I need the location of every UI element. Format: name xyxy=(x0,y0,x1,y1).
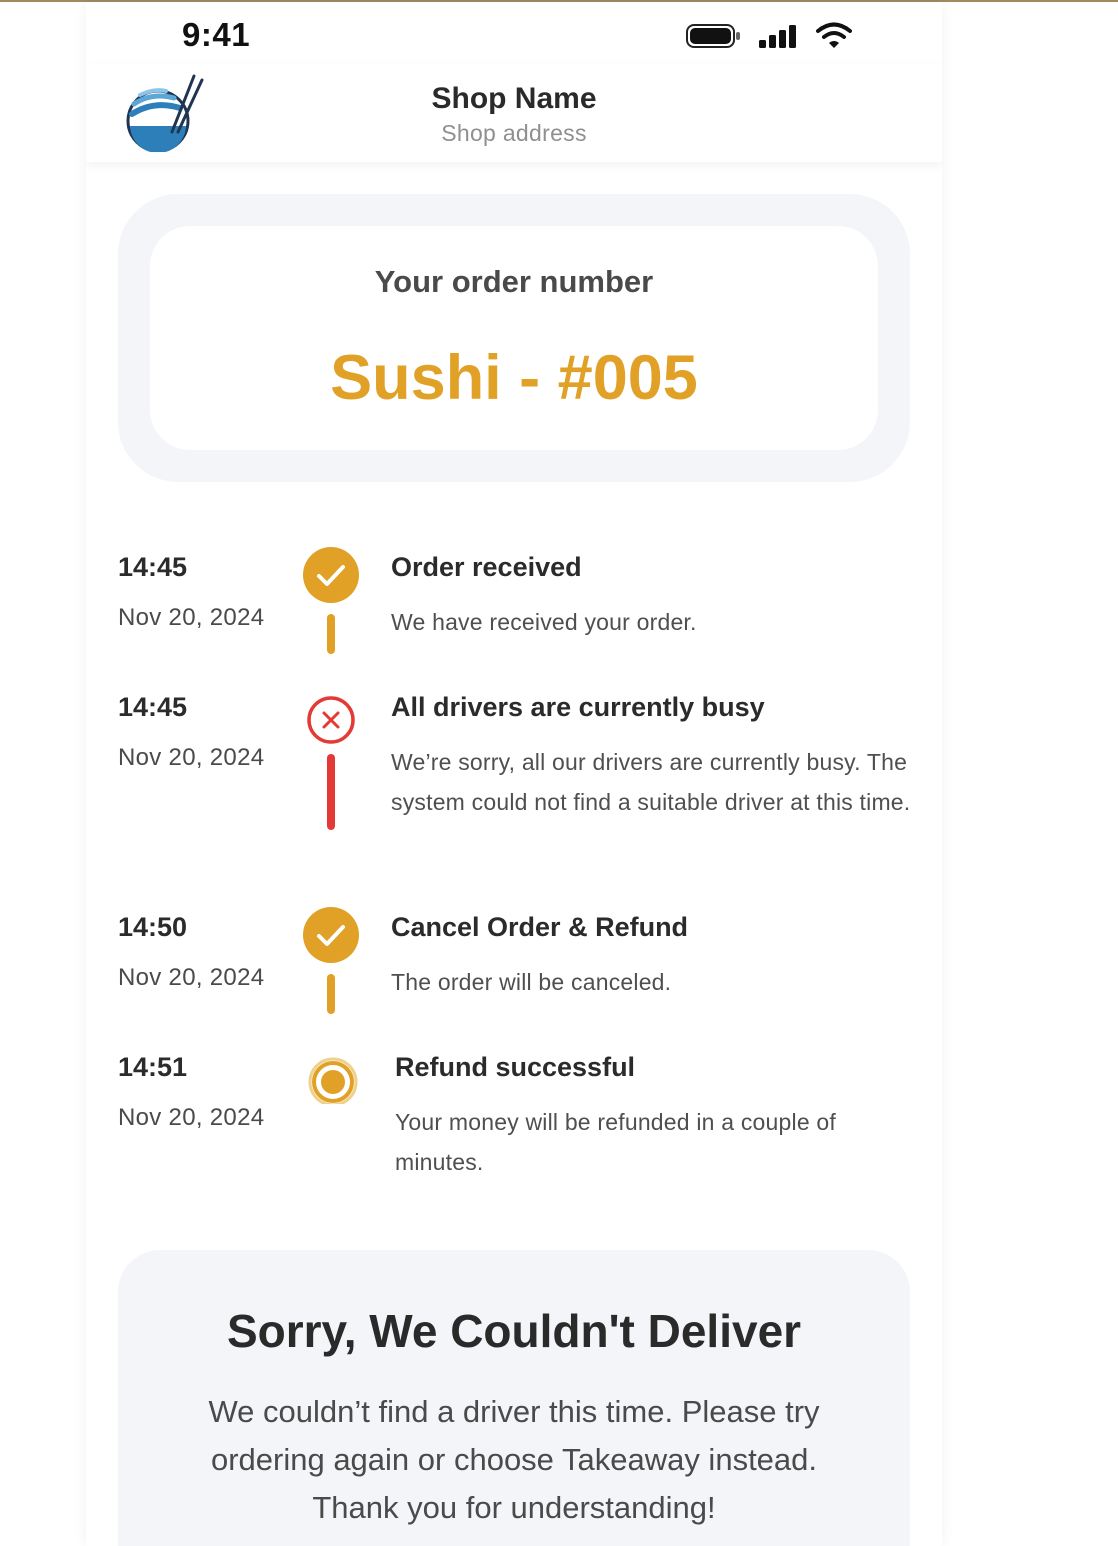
timeline-connector xyxy=(327,974,335,1014)
order-number-inner: Your order number Sushi - #005 xyxy=(150,226,878,450)
check-circle-icon xyxy=(302,906,360,964)
timeline-connector xyxy=(327,614,335,654)
timeline-description: Your money will be refunded in a couple … xyxy=(395,1109,836,1175)
timeline-description: We’re sorry, all our drivers are current… xyxy=(391,749,911,815)
radio-dot-icon xyxy=(302,1046,360,1107)
shop-header: Shop Name Shop address xyxy=(86,64,942,162)
x-circle-icon xyxy=(302,686,360,744)
timeline-time: 14:50 xyxy=(118,912,188,942)
timeline-date: Nov 20, 2024 xyxy=(118,604,265,631)
timeline-time: 14:51 xyxy=(118,1052,188,1082)
order-number-card: Your order number Sushi - #005 xyxy=(118,194,910,482)
phone-screen: 9:41 Shop Name Shop address Your order n… xyxy=(86,2,942,1546)
timeline-title: Cancel Order & Refund xyxy=(391,912,689,942)
timeline-title: Refund successful xyxy=(395,1052,636,1082)
timeline-date: Nov 20, 2024 xyxy=(118,744,265,771)
shop-name: Shop Name xyxy=(431,82,597,115)
order-number-value: Sushi - #005 xyxy=(330,343,698,413)
status-time: 9:41 xyxy=(182,16,251,53)
delivery-failed-notice: Sorry, We Couldn't Deliver We couldn’t f… xyxy=(118,1250,910,1546)
timeline-time: 14:45 xyxy=(118,552,188,582)
notice-title: Sorry, We Couldn't Deliver xyxy=(226,1305,802,1357)
status-icons xyxy=(686,22,852,55)
timeline-time: 14:45 xyxy=(118,692,188,722)
battery-icon xyxy=(686,23,742,54)
timeline-date: Nov 20, 2024 xyxy=(118,1104,265,1131)
timeline-description: We have received your order. xyxy=(391,609,697,635)
timeline-connector xyxy=(327,754,335,830)
timeline-title: Order received xyxy=(391,552,582,582)
check-circle-icon xyxy=(302,546,360,604)
cellular-signal-icon xyxy=(758,23,800,54)
timeline-date: Nov 20, 2024 xyxy=(118,964,265,991)
timeline-description: The order will be canceled. xyxy=(391,969,672,995)
notice-message: We couldn’t find a driver this time. Ple… xyxy=(208,1394,820,1525)
shop-address: Shop address xyxy=(441,120,587,146)
wifi-icon xyxy=(816,22,852,55)
status-bar: 9:41 xyxy=(86,2,942,64)
order-number-label: Your order number xyxy=(374,264,654,299)
timeline-title: All drivers are currently busy xyxy=(391,692,765,722)
